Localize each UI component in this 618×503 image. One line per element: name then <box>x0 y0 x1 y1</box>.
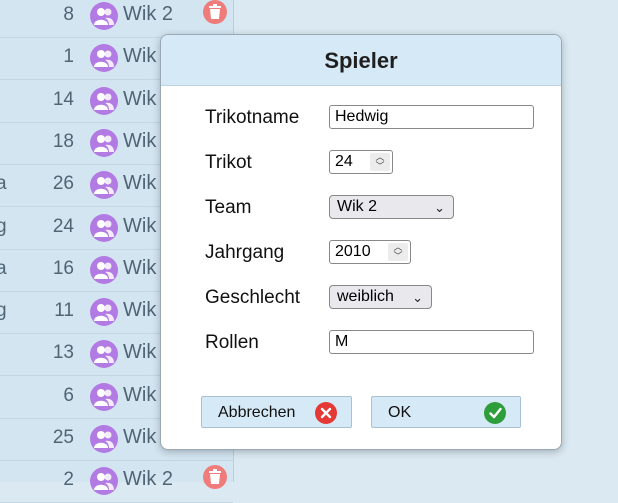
team-icon <box>90 425 118 453</box>
row-trikot-number: 2 <box>63 469 74 491</box>
stepper-down-icon[interactable]: ﹀ <box>370 162 390 171</box>
trikot-number-input[interactable]: 24 ︿ ﹀ <box>329 150 393 174</box>
team-label: Team <box>205 197 252 218</box>
rollen-label: Rollen <box>205 332 259 353</box>
cancel-button[interactable]: Abbrechen <box>201 396 352 428</box>
dialog-header: Spieler <box>161 35 561 86</box>
trikot-value: 24 <box>335 153 353 170</box>
check-circle-icon <box>484 402 506 424</box>
row-team-name: Wik 2 <box>123 468 173 491</box>
trikot-label: Trikot <box>205 152 252 173</box>
row-team-name: Wik <box>123 256 157 279</box>
row-trikot-number: 14 <box>52 88 74 110</box>
jahrgang-label: Jahrgang <box>205 242 285 263</box>
x-circle-icon <box>315 402 337 424</box>
trikotname-label: Trikotname <box>205 107 300 128</box>
cancel-button-label: Abbrechen <box>218 404 296 421</box>
team-value: Wik 2 <box>337 198 377 215</box>
chevron-down-icon: ⌄ <box>434 200 445 215</box>
trash-icon[interactable] <box>203 465 227 490</box>
team-icon <box>90 128 118 157</box>
team-icon <box>90 255 118 284</box>
field-row-geschlecht: Geschlecht weiblich ⌄ <box>205 285 545 315</box>
field-row-trikot: Trikot 24 ︿ ﹀ <box>205 150 545 180</box>
row-team-name: Wik <box>123 341 157 364</box>
geschlecht-select[interactable]: weiblich ⌄ <box>329 285 432 309</box>
geschlecht-value: weiblich <box>337 288 394 305</box>
row-trikot-number: 18 <box>52 130 74 152</box>
team-icon <box>90 340 118 369</box>
trikot-stepper[interactable]: ︿ ﹀ <box>370 153 390 171</box>
row-team-name: Wik <box>123 172 157 195</box>
row-team-name: Wik <box>123 299 157 322</box>
row-team-name: Wik <box>123 383 157 406</box>
row-team-name: Wik <box>123 426 157 448</box>
chevron-down-icon: ⌄ <box>412 290 423 305</box>
row-trikot-number: 11 <box>54 300 74 322</box>
row-trikot-number: 1 <box>63 46 74 68</box>
team-icon <box>90 86 118 115</box>
team-icon <box>90 171 118 200</box>
row-team-name: Wik <box>123 214 157 237</box>
team-icon <box>90 44 118 73</box>
dialog-title: Spieler <box>324 48 398 73</box>
stepper-down-icon[interactable]: ﹀ <box>388 252 408 261</box>
row-trikot-number: 24 <box>52 215 74 237</box>
field-row-jahrgang: Jahrgang 2010 ︿ ﹀ <box>205 240 545 270</box>
geschlecht-label: Geschlecht <box>205 287 301 308</box>
team-icon <box>90 2 118 30</box>
team-icon <box>90 213 118 242</box>
ok-button[interactable]: OK <box>371 396 521 428</box>
team-select[interactable]: Wik 2 ⌄ <box>329 195 454 219</box>
list-item[interactable]: 8 Wik 2 <box>0 0 233 38</box>
team-icon <box>90 298 118 327</box>
row-team-name: Wik <box>123 45 157 68</box>
field-row-rollen: Rollen M <box>205 330 545 360</box>
row-team-name: Wik <box>123 87 157 110</box>
row-trikot-number: 25 <box>52 427 74 448</box>
team-icon <box>90 467 118 496</box>
row-trikot-number: 16 <box>52 257 74 279</box>
jahrgang-stepper[interactable]: ︿ ﹀ <box>388 243 408 261</box>
row-trikot-number: 8 <box>63 4 74 25</box>
rollen-input[interactable]: M <box>329 330 534 354</box>
field-row-trikotname: Trikotname Hedwig <box>205 105 545 135</box>
jahrgang-value: 2010 <box>335 243 371 260</box>
row-trikot-number: 6 <box>63 384 74 406</box>
row-team-name: Wik 2 <box>123 3 173 25</box>
trash-icon[interactable] <box>203 0 227 24</box>
ok-button-label: OK <box>388 404 412 421</box>
row-trikot-number: 13 <box>52 342 74 364</box>
player-dialog: Spieler Trikotname Hedwig Trikot 24 ︿ ﹀ T… <box>160 34 562 450</box>
row-trikot-number: 26 <box>52 173 74 195</box>
jahrgang-number-input[interactable]: 2010 ︿ ﹀ <box>329 240 411 264</box>
trikotname-input[interactable]: Hedwig <box>329 105 534 129</box>
row-team-name: Wik <box>123 129 157 152</box>
field-row-team: Team Wik 2 ⌄ <box>205 195 545 225</box>
team-icon <box>90 382 118 411</box>
